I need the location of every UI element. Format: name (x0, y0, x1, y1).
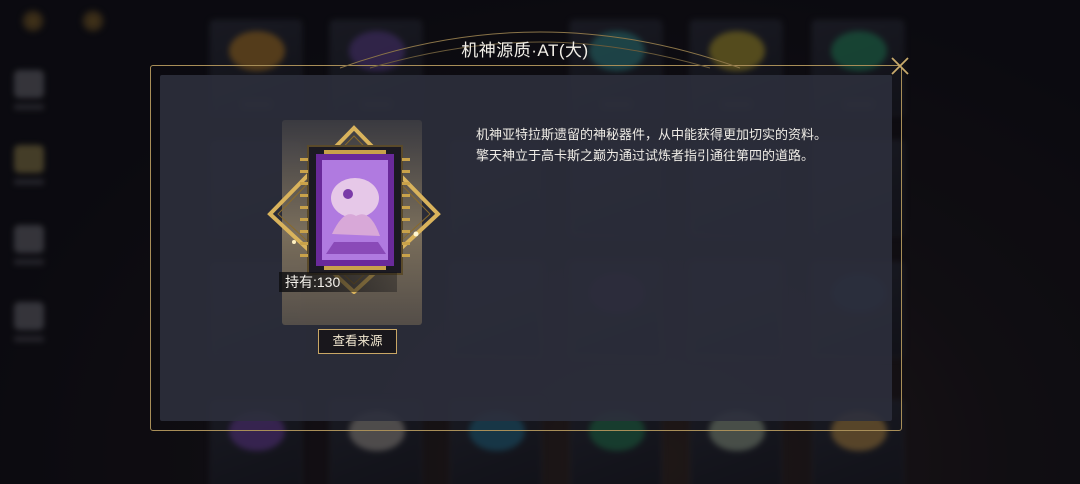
item-chip-icon (267, 125, 441, 294)
close-x-icon (891, 57, 909, 75)
item-description: 机神亚特拉斯遗留的神秘器件，从中能获得更加切实的资料。擎天神立于高卡斯之巅为通过… (476, 127, 828, 163)
item-detail-frame (150, 65, 902, 431)
view-source-button[interactable]: 查看来源 (318, 329, 397, 354)
owned-count-label: 持有:130 (279, 272, 397, 292)
close-button[interactable] (886, 52, 914, 80)
